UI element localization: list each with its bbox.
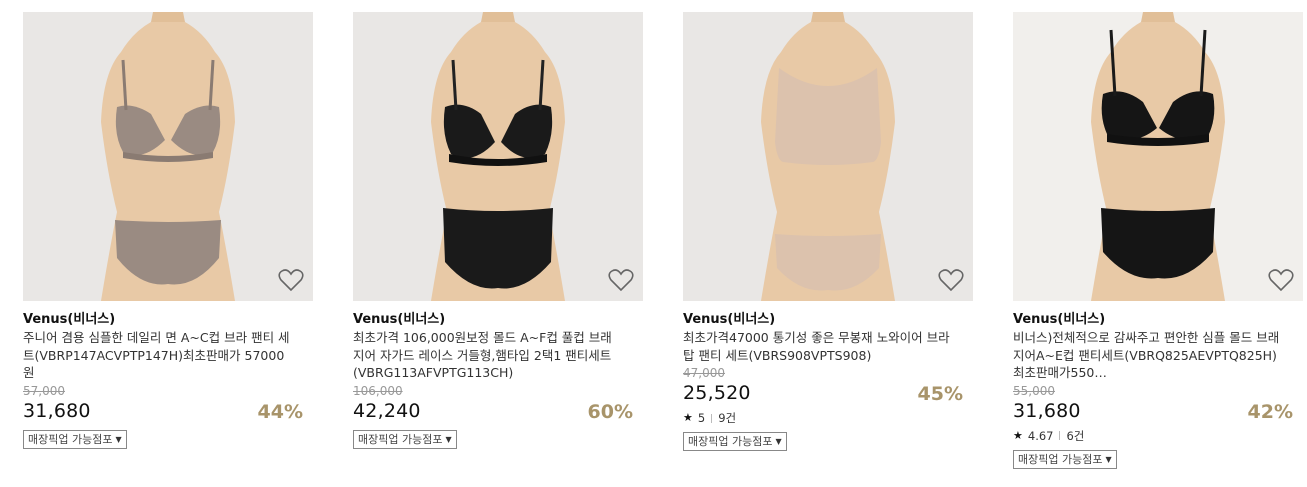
caret-down-icon: ▼	[115, 434, 122, 444]
pickup-label: 매장픽업 가능점포	[1018, 452, 1103, 466]
brand-name[interactable]: Venus(비너스)	[1013, 311, 1303, 328]
price-block: 47,000 25,520 45%	[683, 366, 973, 406]
wishlist-heart-icon[interactable]	[938, 268, 964, 292]
caret-down-icon: ▼	[775, 437, 782, 446]
wishlist-heart-icon[interactable]	[1268, 268, 1294, 292]
review-count[interactable]: 6건	[1066, 428, 1084, 444]
brand-name[interactable]: Venus(비너스)	[353, 311, 643, 328]
product-title[interactable]: 주니어 겸용 심플한 데일리 면 A~C컵 브라 팬티 세트(VBRP147AC…	[23, 329, 291, 382]
caret-down-icon: ▼	[445, 434, 452, 444]
brand-name[interactable]: Venus(비너스)	[23, 311, 313, 328]
pickup-label: 매장픽업 가능점포	[688, 435, 773, 448]
product-image[interactable]	[683, 12, 973, 301]
divider	[711, 413, 713, 423]
product-title[interactable]: 최초가격47000 통기성 좋은 무봉재 노와이어 브라탑 팬티 세트(VBRS…	[683, 329, 951, 364]
mannequin-image	[431, 12, 565, 301]
rating-summary: ★ 5 9건	[683, 410, 973, 426]
rating-value: 5	[697, 411, 706, 425]
discount-rate: 44%	[257, 400, 303, 423]
product-image[interactable]	[23, 12, 313, 301]
pickup-label: 매장픽업 가능점포	[358, 432, 443, 446]
pickup-label: 매장픽업 가능점포	[28, 432, 113, 446]
product-title[interactable]: 최초가격 106,000원보정 몰드 A~F컵 풀컵 브래지어 자가드 레이스 …	[353, 329, 621, 382]
star-icon: ★	[683, 411, 693, 424]
mannequin-image	[761, 12, 895, 301]
original-price: 106,000	[353, 383, 403, 398]
review-count[interactable]: 9건	[718, 410, 736, 426]
rating-value: 4.67	[1027, 428, 1054, 443]
mannequin-image	[101, 12, 235, 301]
divider	[1059, 431, 1061, 440]
product-card[interactable]: Venus(비너스) 최초가격47000 통기성 좋은 무봉재 노와이어 브라탑…	[683, 12, 973, 451]
wishlist-heart-icon[interactable]	[608, 268, 634, 292]
original-price: 47,000	[683, 366, 725, 380]
discount-rate: 60%	[587, 400, 633, 423]
original-price: 55,000	[1013, 383, 1055, 398]
product-image[interactable]	[1013, 12, 1303, 301]
product-card[interactable]: Venus(비너스) 비너스)전체적으로 감싸주고 편안한 심플 몰드 브래지어…	[1013, 12, 1303, 469]
brand-name[interactable]: Venus(비너스)	[683, 311, 973, 328]
store-pickup-dropdown[interactable]: 매장픽업 가능점포 ▼	[23, 429, 127, 449]
product-title[interactable]: 비너스)전체적으로 감싸주고 편안한 심플 몰드 브래지어A~E컵 팬티세트(V…	[1013, 329, 1281, 382]
store-pickup-dropdown[interactable]: 매장픽업 가능점포 ▼	[683, 432, 787, 451]
mannequin-image	[1091, 12, 1225, 301]
store-pickup-dropdown[interactable]: 매장픽업 가능점포 ▼	[353, 429, 457, 449]
product-image[interactable]	[353, 12, 643, 301]
caret-down-icon: ▼	[1105, 454, 1112, 464]
original-price: 57,000	[23, 383, 65, 398]
discount-rate: 45%	[917, 383, 963, 405]
star-icon: ★	[1013, 428, 1023, 442]
product-card[interactable]: Venus(비너스) 주니어 겸용 심플한 데일리 면 A~C컵 브라 팬티 세…	[23, 12, 313, 449]
price-block: 57,000 31,680 44%	[23, 384, 313, 424]
price-block: 106,000 42,240 60%	[353, 384, 643, 424]
rating-summary: ★ 4.67 6건	[1013, 428, 1303, 444]
discount-rate: 42%	[1247, 400, 1293, 423]
product-card[interactable]: Venus(비너스) 최초가격 106,000원보정 몰드 A~F컵 풀컵 브래…	[353, 12, 643, 449]
store-pickup-dropdown[interactable]: 매장픽업 가능점포 ▼	[1013, 449, 1117, 469]
product-grid: Venus(비너스) 주니어 겸용 심플한 데일리 면 A~C컵 브라 팬티 세…	[0, 0, 1307, 487]
wishlist-heart-icon[interactable]	[278, 268, 304, 292]
price-block: 55,000 31,680 42%	[1013, 384, 1303, 424]
